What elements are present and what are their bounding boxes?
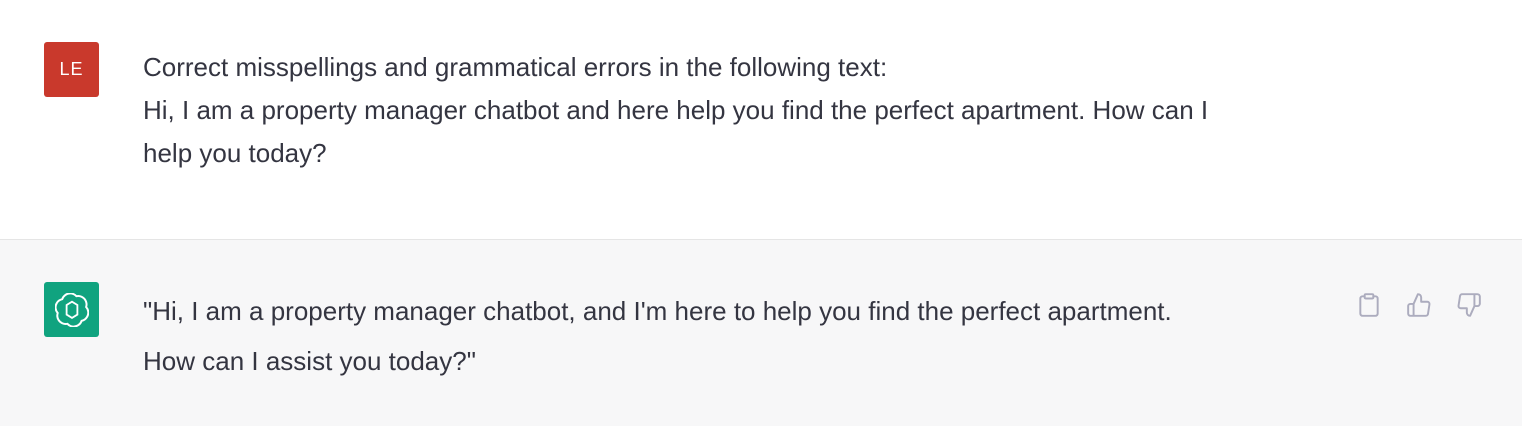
user-message-line: help you today? [143,138,327,168]
thumbs-down-icon [1457,293,1481,317]
assistant-message-line: How can I assist you today?" [143,346,476,376]
assistant-message-line: "Hi, I am a property manager chatbot, an… [143,296,1172,326]
user-avatar-initials: LE [59,59,84,79]
user-message-text: Correct misspellings and grammatical err… [143,46,1343,175]
thumbs-down-button[interactable] [1454,290,1484,320]
user-message-line: Correct misspellings and grammatical err… [143,52,888,82]
openai-logo-icon [54,292,89,327]
copy-button[interactable] [1354,290,1384,320]
clipboard-icon [1359,293,1379,317]
user-avatar: LE [44,42,99,97]
thumbs-up-icon [1407,293,1431,317]
message-actions [1354,290,1484,320]
assistant-avatar [44,282,99,337]
assistant-message-row: "Hi, I am a property manager chatbot, an… [0,240,1522,426]
assistant-message-text: "Hi, I am a property manager chatbot, an… [143,286,1343,386]
user-message-row: LE Correct misspellings and grammatical … [0,0,1522,240]
user-message-line: Hi, I am a property manager chatbot and … [143,95,1209,125]
thumbs-up-button[interactable] [1404,290,1434,320]
